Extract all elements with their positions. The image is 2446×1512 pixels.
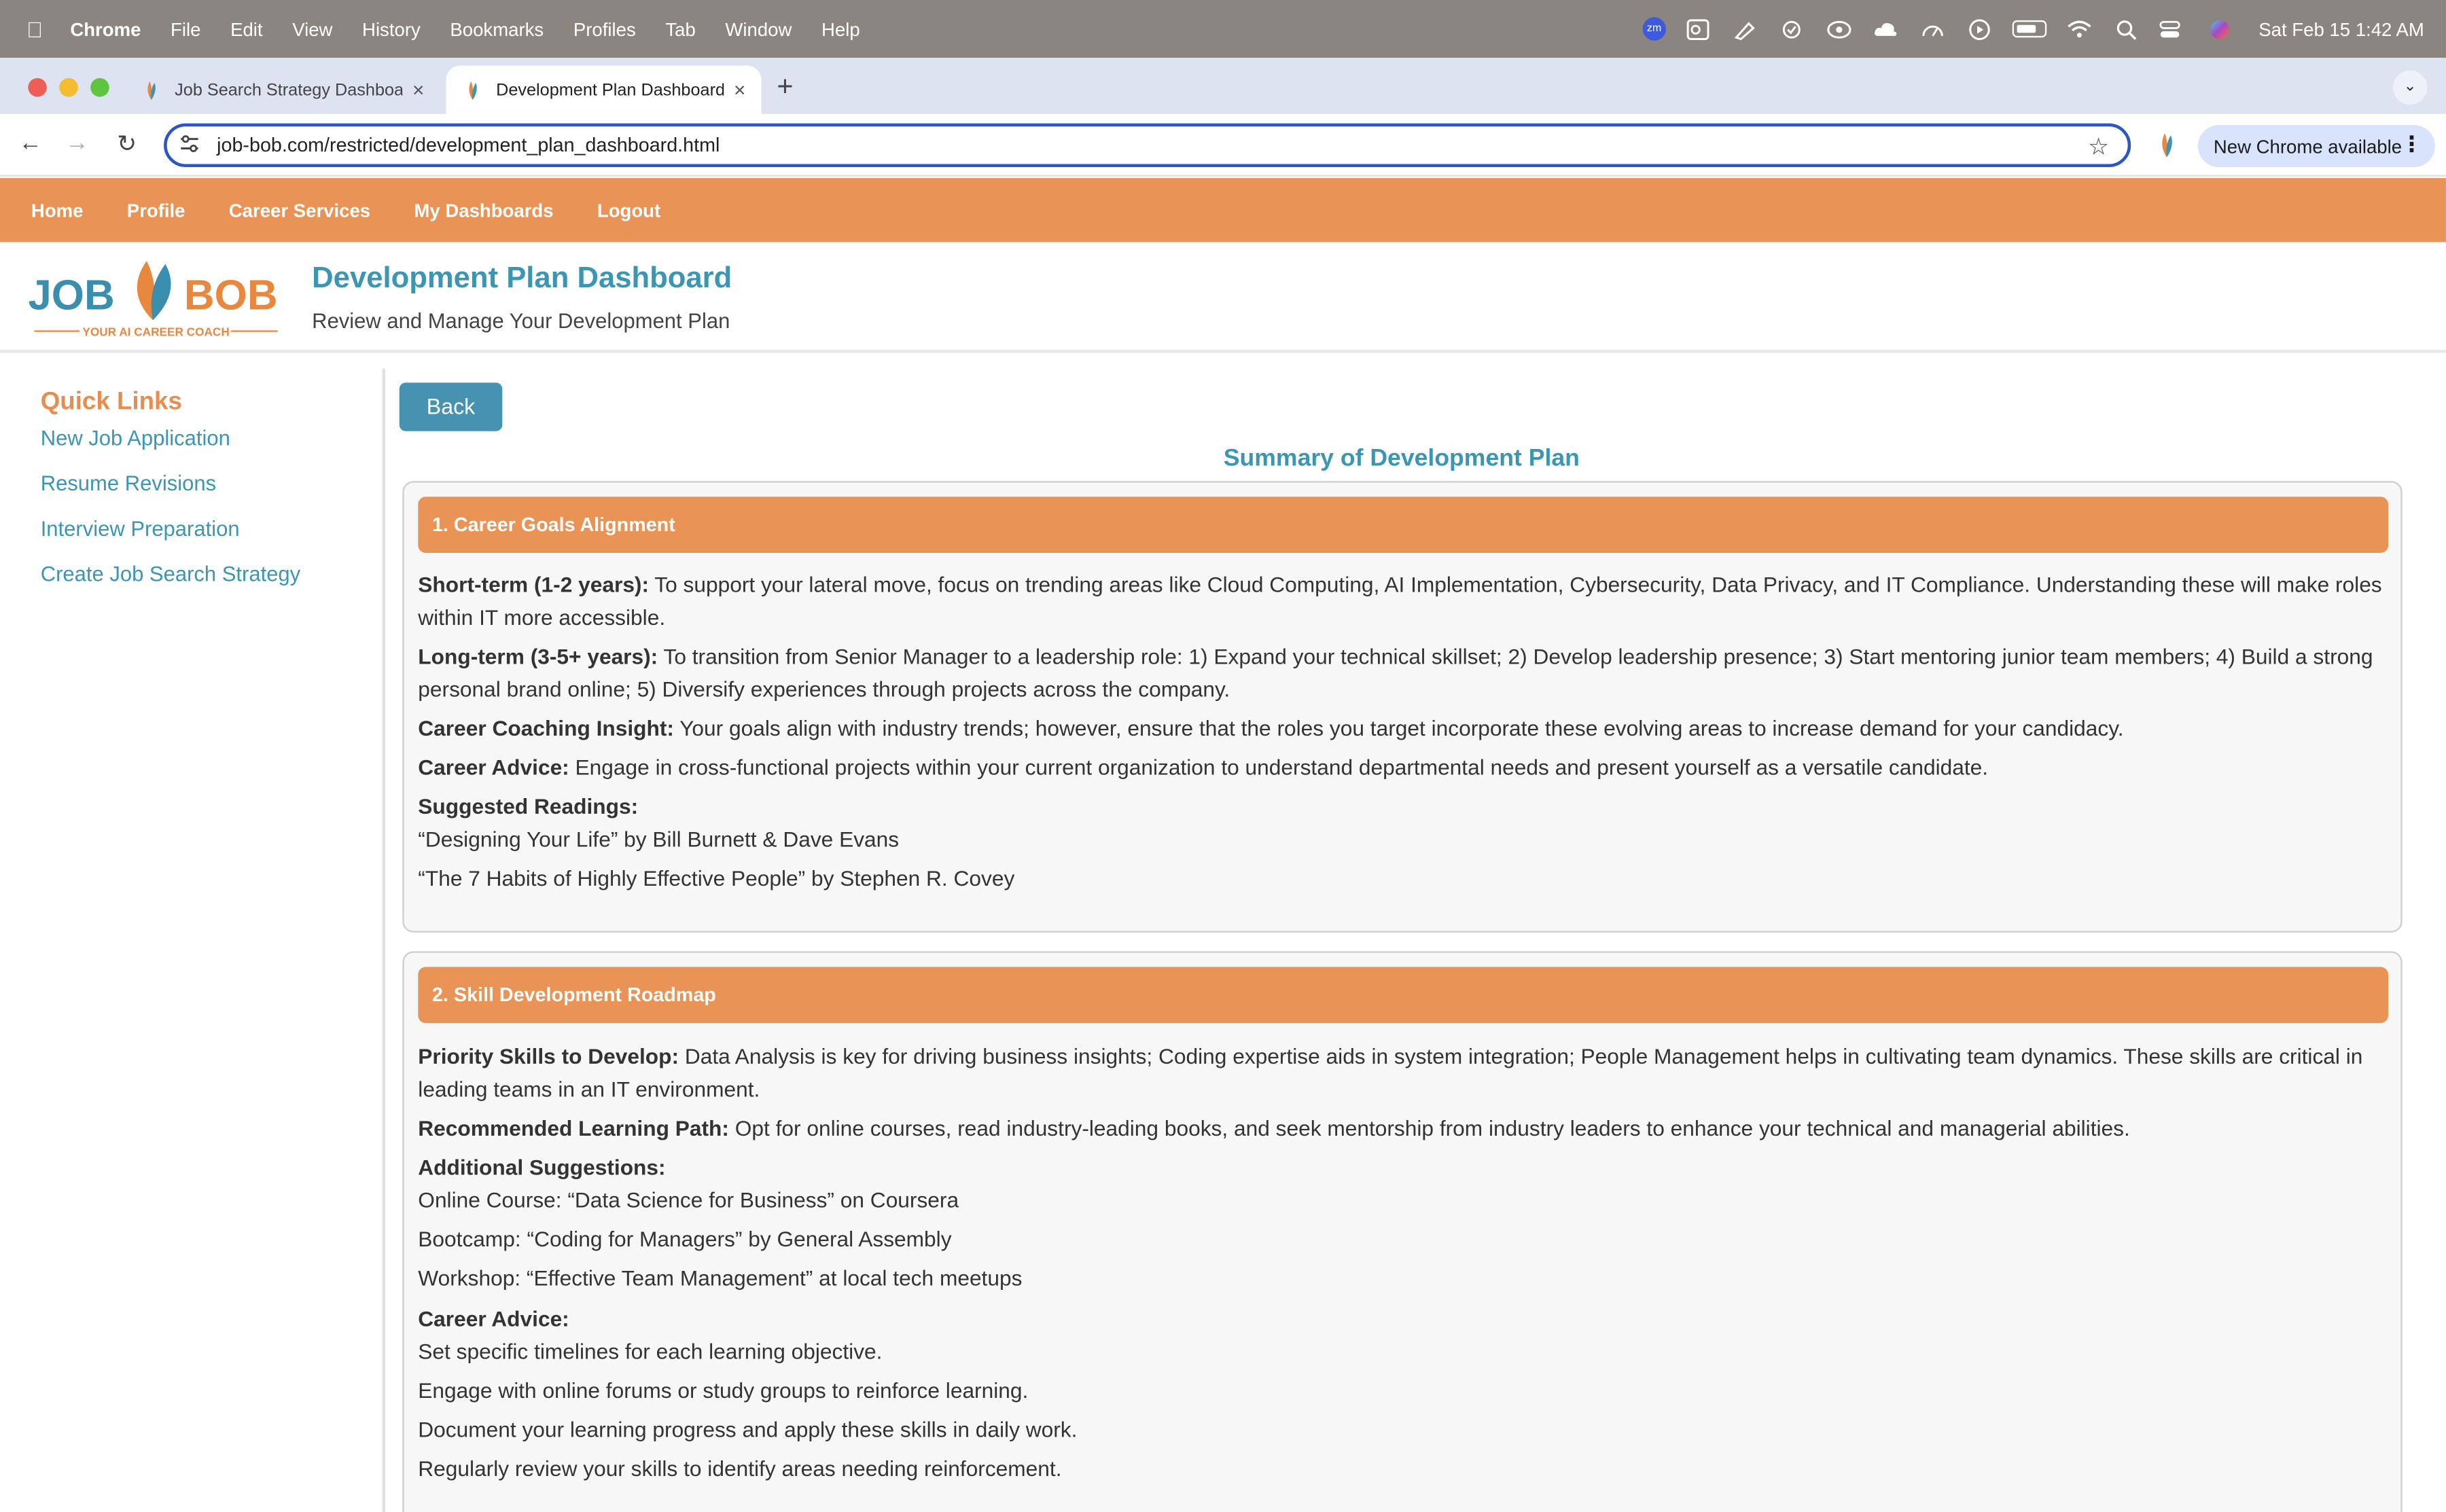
menu-tab[interactable]: Tab bbox=[665, 18, 695, 39]
cloud-icon[interactable] bbox=[1872, 18, 1900, 39]
menu-history[interactable]: History bbox=[362, 18, 421, 39]
career-advice-label: Career Advice: bbox=[418, 1307, 569, 1331]
outlook-icon[interactable] bbox=[1684, 18, 1712, 39]
section-heading: 1. Career Goals Alignment bbox=[418, 497, 2389, 554]
page-subtitle: Review and Manage Your Development Plan bbox=[312, 309, 730, 333]
tab-job-search-strategy[interactable]: Job Search Strategy Dashboard × bbox=[125, 66, 440, 114]
suggested-readings-label: Suggested Readings: bbox=[418, 795, 639, 818]
career-coaching-insight: Career Coaching Insight: Your goals alig… bbox=[418, 717, 2124, 741]
svg-text:JOB: JOB bbox=[28, 272, 114, 319]
menu-file[interactable]: File bbox=[171, 18, 200, 39]
menu-window[interactable]: Window bbox=[725, 18, 792, 39]
vpn-icon[interactable] bbox=[1825, 18, 1853, 39]
chrome-update-button[interactable]: New Chrome available ⋮ bbox=[2197, 124, 2435, 168]
play-icon[interactable] bbox=[1966, 18, 1993, 39]
browser-tabstrip: Job Search Strategy Dashboard × Developm… bbox=[0, 58, 2446, 114]
svg-text:BOB: BOB bbox=[184, 272, 278, 319]
close-tab-icon[interactable]: × bbox=[412, 78, 424, 101]
menu-help[interactable]: Help bbox=[821, 18, 860, 39]
sidebar: Quick Links New Job Application Resume R… bbox=[0, 368, 386, 1512]
minimize-window-button[interactable] bbox=[59, 77, 78, 97]
advice-item: Regularly review your skills to identify… bbox=[418, 1457, 1062, 1481]
long-term-goal: Long-term (3-5+ years): To transition fr… bbox=[418, 645, 2373, 702]
maximize-window-button[interactable] bbox=[90, 77, 109, 97]
menu-view[interactable]: View bbox=[292, 18, 332, 39]
reading-item: “The 7 Habits of Highly Effective People… bbox=[418, 867, 1015, 890]
suggestion-item: Bootcamp: “Coding for Managers” by Gener… bbox=[418, 1227, 952, 1251]
reload-icon[interactable]: ↻ bbox=[117, 130, 137, 158]
link-create-job-search-strategy[interactable]: Create Job Search Strategy bbox=[41, 562, 300, 586]
zoom-icon[interactable]: zm bbox=[1642, 17, 1666, 41]
browser-toolbar: ← → ↻ job-bob.com/restricted/development… bbox=[0, 113, 2446, 177]
back-button[interactable]: Back bbox=[399, 382, 503, 431]
nav-my-dashboards[interactable]: My Dashboards bbox=[414, 199, 553, 221]
url-text[interactable]: job-bob.com/restricted/development_plan_… bbox=[217, 134, 720, 156]
spotlight-search-icon[interactable] bbox=[2112, 18, 2140, 39]
apple-menu-icon[interactable]:  bbox=[26, 16, 48, 41]
control-center-icon[interactable] bbox=[2159, 18, 2186, 39]
section-heading: 2. Skill Development Roadmap bbox=[418, 967, 2389, 1024]
recommended-learning-path: Recommended Learning Path: Opt for onlin… bbox=[418, 1117, 2130, 1140]
menubar-clock[interactable]: Sat Feb 15 1:42 AM bbox=[2258, 18, 2424, 39]
summary-title: Summary of Development Plan bbox=[1223, 445, 1580, 472]
close-tab-icon[interactable]: × bbox=[734, 78, 745, 101]
menu-bookmarks[interactable]: Bookmarks bbox=[450, 18, 544, 39]
jobbob-favicon-icon bbox=[147, 80, 156, 100]
more-vert-icon[interactable]: ⋮ bbox=[2400, 131, 2422, 158]
nav-career-services[interactable]: Career Services bbox=[229, 199, 370, 221]
jobbob-logo[interactable]: JOB BOB YOUR AI CAREER COACH bbox=[28, 257, 285, 343]
forward-arrow-icon[interactable]: → bbox=[65, 130, 88, 156]
menu-app-chrome[interactable]: Chrome bbox=[70, 18, 141, 39]
link-resume-revisions[interactable]: Resume Revisions bbox=[41, 471, 216, 494]
section-skill-development: 2. Skill Development Roadmap Priority Sk… bbox=[402, 951, 2403, 1512]
page-header: JOB BOB YOUR AI CAREER COACH Development… bbox=[0, 242, 2446, 353]
link-interview-preparation[interactable]: Interview Preparation bbox=[41, 517, 240, 540]
status-icons: zm Sat Feb 15 1:42 AM bbox=[1642, 0, 2424, 58]
nav-home[interactable]: Home bbox=[31, 199, 84, 221]
site-settings-icon[interactable] bbox=[179, 134, 201, 157]
tab-development-plan[interactable]: Development Plan Dashboard × bbox=[446, 65, 762, 114]
wifi-icon[interactable] bbox=[2066, 18, 2093, 39]
career-advice: Career Advice: Engage in cross-functiona… bbox=[418, 756, 1989, 780]
nav-logout[interactable]: Logout bbox=[597, 199, 660, 221]
section-career-goals: 1. Career Goals Alignment Short-term (1-… bbox=[402, 481, 2403, 933]
sync-icon[interactable] bbox=[1778, 18, 1806, 39]
suggestion-item: Workshop: “Effective Team Management” at… bbox=[418, 1266, 1023, 1291]
advice-item: Set specific timelines for each learning… bbox=[418, 1340, 883, 1364]
advice-item: Document your learning progress and appl… bbox=[418, 1418, 1078, 1442]
battery-icon[interactable] bbox=[2012, 20, 2047, 38]
window-controls bbox=[28, 77, 109, 97]
siri-icon[interactable] bbox=[2205, 18, 2233, 39]
bookmark-star-icon[interactable]: ☆ bbox=[2088, 132, 2109, 161]
update-label: New Chrome available bbox=[2213, 134, 2403, 158]
additional-suggestions-label: Additional Suggestions: bbox=[418, 1155, 666, 1180]
advice-item: Engage with online forums or study group… bbox=[418, 1379, 1029, 1403]
tab-title: Job Search Strategy Dashboard bbox=[175, 80, 404, 100]
new-tab-icon[interactable]: + bbox=[777, 70, 793, 103]
gauge-icon[interactable] bbox=[1919, 18, 1947, 39]
suggestion-item: Online Course: “Data Science for Busines… bbox=[418, 1188, 959, 1212]
jobbob-favicon-icon bbox=[469, 80, 477, 100]
priority-skills: Priority Skills to Develop: Data Analysi… bbox=[418, 1045, 2363, 1102]
link-new-job-application[interactable]: New Job Application bbox=[41, 427, 230, 450]
menu-profiles[interactable]: Profiles bbox=[573, 18, 636, 39]
nav-profile[interactable]: Profile bbox=[127, 199, 185, 221]
menu-edit[interactable]: Edit bbox=[230, 18, 262, 39]
reading-item: “Designing Your Life” by Bill Burnett & … bbox=[418, 827, 900, 852]
back-arrow-icon[interactable]: ← bbox=[19, 130, 42, 156]
quick-links-title: Quick Links bbox=[40, 389, 182, 416]
tab-title: Development Plan Dashboard bbox=[496, 80, 725, 100]
macos-menubar:  Chrome File Edit View History Bookmark… bbox=[0, 0, 2446, 58]
extension-jobbob-icon[interactable] bbox=[2152, 131, 2180, 159]
address-bar[interactable]: job-bob.com/restricted/development_plan_… bbox=[164, 123, 2131, 168]
site-navbar: Home Profile Career Services My Dashboar… bbox=[0, 178, 2446, 242]
tab-search-chevron-icon[interactable]: ⌄ bbox=[2392, 70, 2428, 105]
pen-tool-icon[interactable] bbox=[1731, 18, 1759, 40]
close-window-button[interactable] bbox=[28, 77, 47, 97]
page-title: Development Plan Dashboard bbox=[312, 262, 732, 295]
short-term-goal: Short-term (1-2 years): To support your … bbox=[418, 573, 2382, 630]
svg-text:YOUR AI CAREER COACH: YOUR AI CAREER COACH bbox=[82, 325, 229, 338]
